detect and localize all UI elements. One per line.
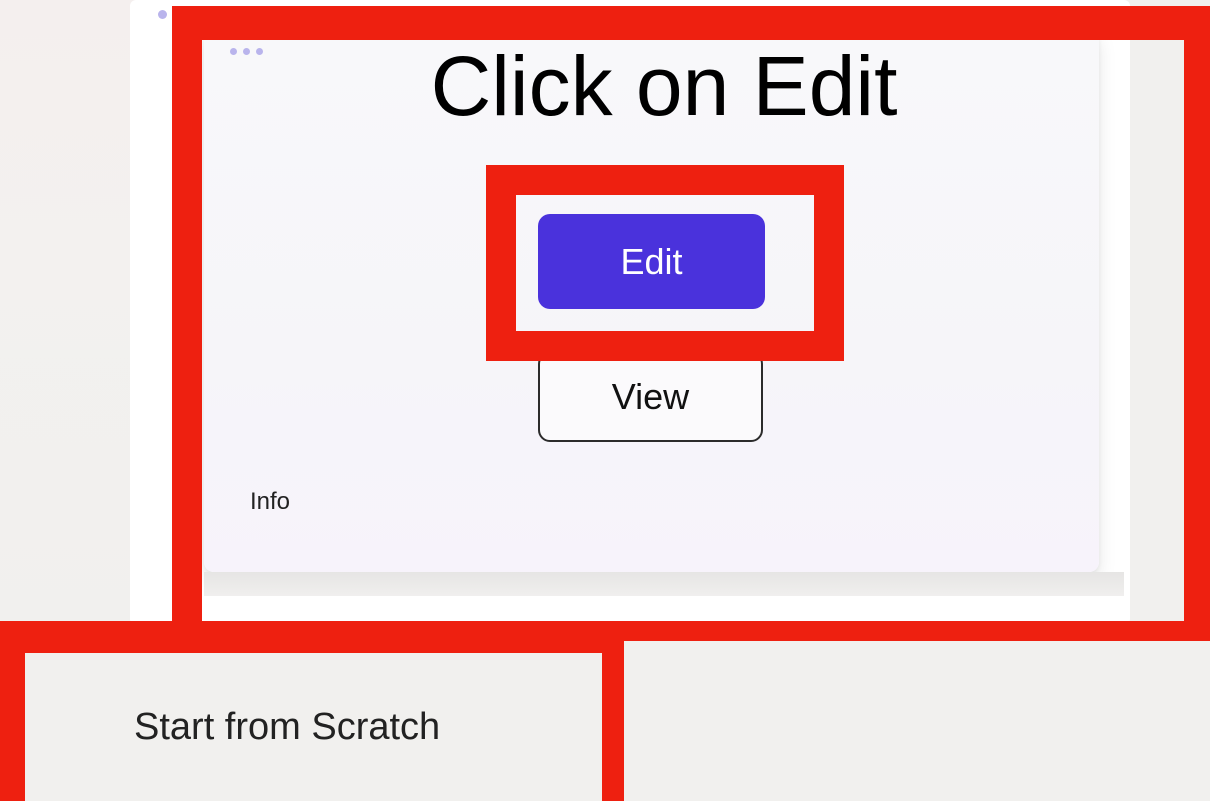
page-background (0, 0, 140, 640)
info-link[interactable]: Info (250, 488, 290, 516)
annotation-caption: Click on Edit (430, 39, 898, 133)
edit-button[interactable]: Edit (538, 214, 765, 309)
start-from-scratch-link[interactable]: Start from Scratch (134, 706, 440, 749)
card-shadow (204, 572, 1124, 596)
dot-icon (158, 10, 167, 19)
view-button[interactable]: View (538, 352, 763, 442)
